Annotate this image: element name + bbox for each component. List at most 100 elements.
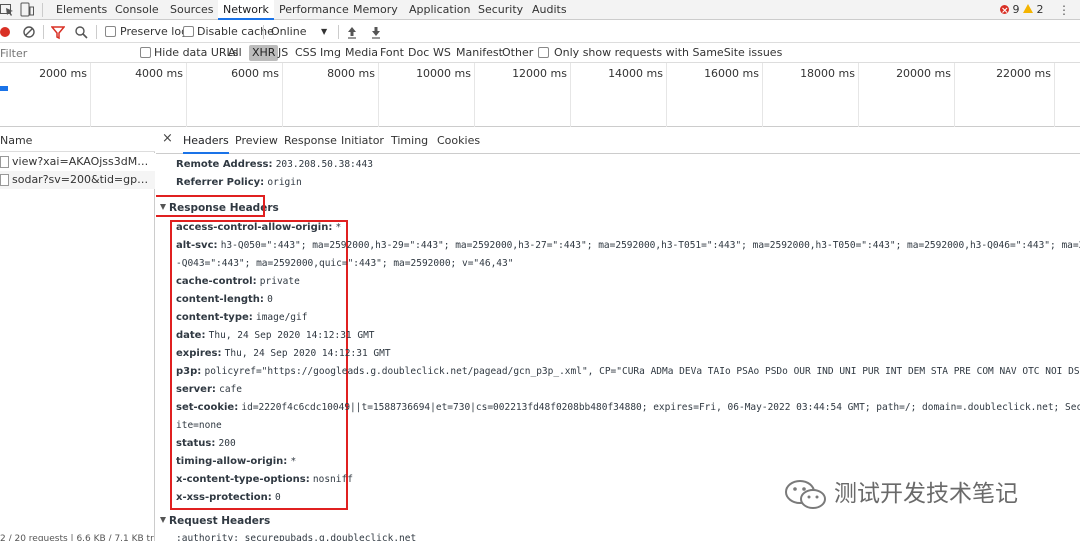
header-key: date: bbox=[176, 330, 206, 341]
expand-triangle-icon bbox=[160, 204, 166, 210]
header-key: access-control-allow-origin: bbox=[176, 222, 333, 233]
timeline-tick: 8000 ms bbox=[327, 67, 375, 80]
hide-data-urls-checkbox[interactable] bbox=[140, 47, 151, 58]
clear-icon[interactable] bbox=[22, 24, 36, 40]
filter-type-other[interactable]: Other bbox=[502, 45, 533, 61]
more-options-icon[interactable]: ⋮ bbox=[1058, 2, 1070, 18]
filter-type-xhr[interactable]: XHR bbox=[249, 45, 279, 61]
tab-timing[interactable]: Timing bbox=[391, 128, 428, 154]
filter-input[interactable] bbox=[0, 45, 130, 61]
header-value: Thu, 24 Sep 2020 14:12:31 GMT bbox=[224, 348, 391, 359]
tab-preview[interactable]: Preview bbox=[235, 128, 278, 154]
filter-type-css[interactable]: CSS bbox=[295, 45, 317, 61]
tab-security[interactable]: Security bbox=[478, 0, 523, 20]
tab-response[interactable]: Response bbox=[284, 128, 337, 154]
request-headers-toggle[interactable]: Request Headers bbox=[160, 512, 270, 530]
response-header-row: content-length: 0 bbox=[176, 291, 273, 309]
header-value: nosniff bbox=[312, 474, 353, 485]
export-har-icon[interactable] bbox=[369, 24, 383, 40]
filter-type-media[interactable]: Media bbox=[345, 45, 378, 61]
header-key: alt-svc: bbox=[176, 240, 218, 251]
tab-performance[interactable]: Performance bbox=[279, 0, 349, 20]
timeline-tick: 18000 ms bbox=[800, 67, 855, 80]
header-key: set-cookie: bbox=[176, 402, 239, 413]
response-header-row: x-content-type-options: nosniff bbox=[176, 471, 353, 489]
samesite-label[interactable]: Only show requests with SameSite issues bbox=[554, 45, 782, 61]
response-header-row: timing-allow-origin: * bbox=[176, 453, 296, 471]
samesite-checkbox[interactable] bbox=[538, 47, 549, 58]
tab-sources[interactable]: Sources bbox=[170, 0, 214, 20]
filter-type-doc[interactable]: Doc bbox=[408, 45, 429, 61]
timeline-tick: 14000 ms bbox=[608, 67, 663, 80]
response-header-row: -Q043=":443"; ma=2592000,quic=":443"; ma… bbox=[176, 255, 513, 273]
timeline-tick: 2000 ms bbox=[39, 67, 87, 80]
filter-type-font[interactable]: Font bbox=[380, 45, 404, 61]
device-toolbar-icon[interactable] bbox=[20, 2, 34, 17]
tab-network[interactable]: Network bbox=[218, 0, 274, 20]
preserve-log-label[interactable]: Preserve log bbox=[120, 21, 188, 43]
timeline-tick: 20000 ms bbox=[896, 67, 951, 80]
tab-initiator[interactable]: Initiator bbox=[341, 128, 384, 154]
request-row[interactable]: sodar?sv=200&tid=gpt&tv=2... bbox=[0, 171, 155, 189]
preserve-log-checkbox[interactable] bbox=[105, 26, 116, 37]
filter-icon[interactable] bbox=[51, 24, 65, 40]
summary-status: 2 / 20 requests | 6.6 KB / 7.1 KB tr bbox=[0, 534, 154, 541]
request-name: sodar?sv=200&tid=gpt&tv=2... bbox=[12, 173, 152, 186]
timeline-tick: 10000 ms bbox=[416, 67, 471, 80]
header-key: expires: bbox=[176, 348, 222, 359]
timeline-overview[interactable]: 2000 ms 4000 ms 6000 ms 8000 ms 10000 ms… bbox=[0, 63, 1080, 127]
filter-type-manifest[interactable]: Manifest bbox=[456, 45, 503, 61]
filter-type-all[interactable]: All bbox=[228, 45, 242, 61]
tab-console[interactable]: Console bbox=[115, 0, 159, 20]
warning-count: 2 bbox=[1036, 3, 1044, 16]
watermark-text: 测试开发技术笔记 bbox=[834, 481, 1018, 507]
close-icon[interactable]: × bbox=[162, 131, 173, 146]
response-header-row: x-xss-protection: 0 bbox=[176, 489, 281, 507]
inspect-element-icon[interactable] bbox=[0, 2, 14, 17]
throttling-select[interactable]: Online ▼ bbox=[271, 21, 327, 43]
general-header-row: Remote Address: 203.208.50.38:443 bbox=[176, 156, 373, 174]
name-column-header[interactable]: Name bbox=[0, 128, 155, 152]
import-har-icon[interactable] bbox=[345, 24, 359, 40]
disable-cache-checkbox[interactable] bbox=[183, 26, 194, 37]
header-value: 0 bbox=[274, 492, 281, 503]
file-icon bbox=[0, 174, 9, 186]
header-value: * bbox=[335, 222, 342, 233]
filter-type-js[interactable]: JS bbox=[278, 45, 288, 61]
header-value: id=2220f4c6cdc10049||t=1588736694|et=730… bbox=[241, 402, 1080, 413]
tab-elements[interactable]: Elements bbox=[56, 0, 107, 20]
request-row[interactable]: view?xai=AKAOjss3dMdx8NJF... bbox=[0, 153, 155, 171]
header-value: origin bbox=[267, 177, 302, 188]
record-icon[interactable] bbox=[0, 24, 14, 40]
header-value: 0 bbox=[267, 294, 273, 305]
response-header-row: cache-control: private bbox=[176, 273, 300, 291]
header-value: -Q043=":443"; ma=2592000,quic=":443"; ma… bbox=[176, 258, 514, 269]
tab-headers[interactable]: Headers bbox=[183, 128, 229, 154]
search-icon[interactable] bbox=[74, 24, 88, 40]
header-value: policyref="https://googleads.g.doublecli… bbox=[204, 366, 1080, 377]
timeline-tick: 6000 ms bbox=[231, 67, 279, 80]
response-header-row: expires: Thu, 24 Sep 2020 14:12:31 GMT bbox=[176, 345, 391, 363]
tab-cookies[interactable]: Cookies bbox=[437, 128, 480, 154]
timeline-tick: 22000 ms bbox=[996, 67, 1051, 80]
throttling-value: Online bbox=[271, 25, 307, 38]
header-value: 200 bbox=[218, 438, 236, 449]
header-value: private bbox=[259, 276, 300, 287]
response-headers-toggle[interactable]: Response Headers bbox=[160, 199, 279, 217]
timeline-tick: 12000 ms bbox=[512, 67, 567, 80]
request-headers-title: Request Headers bbox=[169, 515, 271, 527]
tab-audits[interactable]: Audits bbox=[532, 0, 567, 20]
tab-application[interactable]: Application bbox=[409, 0, 470, 20]
filter-type-img[interactable]: Img bbox=[320, 45, 341, 61]
header-key: Remote Address: bbox=[176, 159, 273, 170]
tab-memory[interactable]: Memory bbox=[353, 0, 398, 20]
filter-type-ws[interactable]: WS bbox=[433, 45, 451, 61]
header-key: Referrer Policy: bbox=[176, 177, 265, 188]
chevron-down-icon: ▼ bbox=[321, 27, 328, 36]
hide-data-urls-label[interactable]: Hide data URLs bbox=[154, 45, 238, 61]
timeline-tick: 16000 ms bbox=[704, 67, 759, 80]
devtools-tab-bar: Elements Console Sources Network Perform… bbox=[0, 0, 1080, 21]
header-key: content-type: bbox=[176, 312, 253, 323]
issue-counts[interactable]: 9 2 bbox=[1000, 0, 1044, 21]
response-header-row: content-type: image/gif bbox=[176, 309, 307, 327]
